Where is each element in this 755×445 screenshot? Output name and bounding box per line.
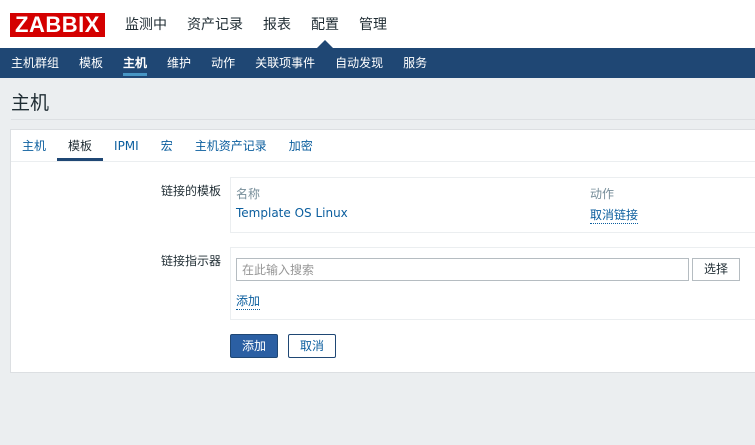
main-nav-configuration[interactable]: 配置 — [311, 0, 339, 48]
link-indicator-label: 链接指示器 — [160, 254, 221, 268]
column-header-action: 动作 — [590, 187, 615, 201]
sub-nav-templates[interactable]: 模板 — [79, 48, 103, 78]
zabbix-logo[interactable]: ZABBIX — [10, 13, 105, 37]
tab-host[interactable]: 主机 — [22, 130, 46, 161]
form-tabs: 主机 模板 IPMI 宏 主机资产记录 加密 — [11, 130, 755, 162]
link-indicator-box: 选择 添加 — [230, 247, 755, 320]
main-nav-inventory[interactable]: 资产记录 — [187, 0, 243, 48]
main-nav-reports[interactable]: 报表 — [263, 0, 291, 48]
sub-nav-hosts[interactable]: 主机 — [123, 48, 148, 78]
main-nav-monitoring[interactable]: 监测中 — [125, 0, 167, 48]
column-header-name: 名称 — [236, 187, 261, 201]
top-header: ZABBIX 监测中 资产记录 报表 配置 管理 — [0, 0, 755, 48]
sub-nav-event-correlation[interactable]: 关联项事件 — [255, 48, 315, 78]
unlink-link[interactable]: 取消链接 — [590, 206, 639, 224]
sub-nav-host-groups[interactable]: 主机群组 — [11, 48, 59, 78]
title-divider — [11, 119, 755, 120]
sub-nav-discovery[interactable]: 自动发现 — [335, 48, 383, 78]
page-title: 主机 — [11, 92, 50, 114]
template-name-link[interactable]: Template OS Linux — [236, 206, 348, 220]
tab-templates[interactable]: 模板 — [57, 130, 104, 161]
sub-nav: 主机群组 模板 主机 维护 动作 关联项事件 自动发现 服务 — [0, 48, 755, 78]
cancel-button[interactable]: 取消 — [288, 334, 336, 358]
sub-nav-maintenance[interactable]: 维护 — [167, 48, 191, 78]
add-template-link[interactable]: 添加 — [236, 292, 261, 310]
select-button[interactable]: 选择 — [692, 258, 740, 281]
tab-encryption[interactable]: 加密 — [289, 130, 313, 161]
linked-templates-table: 名称 动作 Template OS Linux 取消链接 — [230, 177, 755, 233]
host-form-panel: 主机 模板 IPMI 宏 主机资产记录 加密 链接的模板 名称 动作 Templ… — [10, 129, 755, 373]
main-nav: 监测中 资产记录 报表 配置 管理 — [125, 0, 407, 48]
sub-nav-actions[interactable]: 动作 — [211, 48, 235, 78]
add-button[interactable]: 添加 — [230, 334, 278, 358]
tab-macros[interactable]: 宏 — [161, 130, 173, 161]
main-nav-administration[interactable]: 管理 — [359, 0, 387, 48]
tab-host-inventory[interactable]: 主机资产记录 — [195, 130, 267, 161]
linked-templates-label: 链接的模板 — [160, 184, 221, 198]
tab-ipmi[interactable]: IPMI — [114, 130, 139, 161]
sub-nav-services[interactable]: 服务 — [403, 48, 427, 78]
template-search-input[interactable] — [236, 258, 689, 281]
